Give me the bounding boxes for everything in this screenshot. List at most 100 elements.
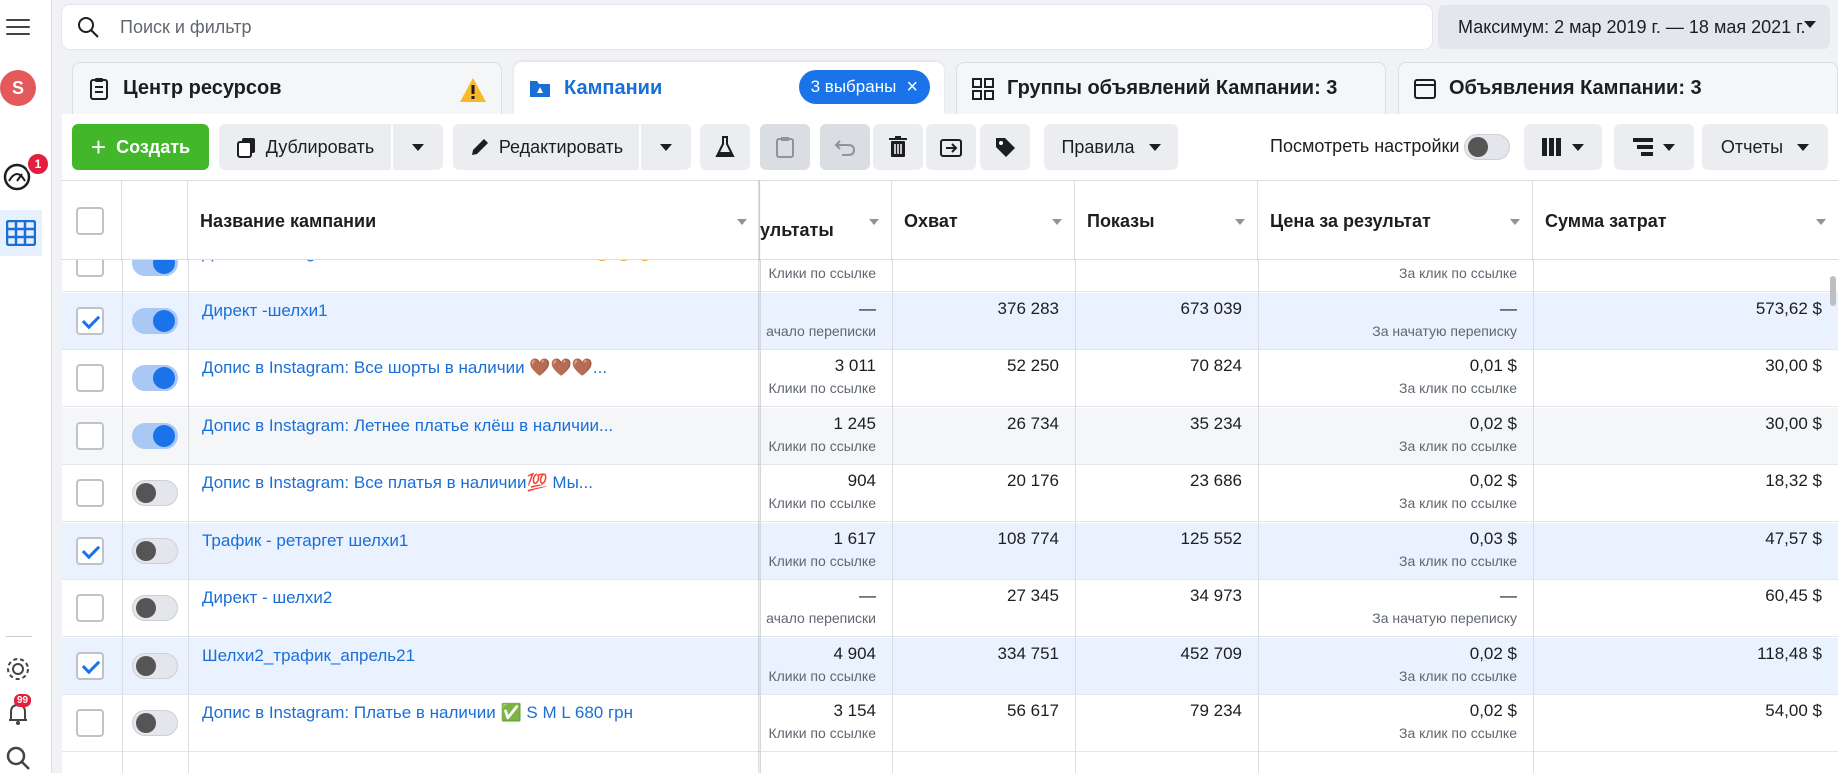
table-row[interactable]: Допис в Instagram: Платье в наличии ✅ S … <box>62 695 1838 752</box>
ads-manager-nav[interactable] <box>0 210 42 256</box>
sort-icon[interactable] <box>1052 219 1062 225</box>
campaign-status-toggle[interactable] <box>132 537 178 564</box>
table-scrollbar[interactable] <box>1830 276 1836 306</box>
duplicate-dropdown[interactable] <box>393 124 443 170</box>
sort-icon[interactable] <box>1235 219 1245 225</box>
table-row[interactable]: Допис в Instagram: Все шорты в наличии 🤎… <box>62 350 1838 407</box>
edit-dropdown[interactable] <box>641 124 691 170</box>
campaign-status-toggle[interactable] <box>132 652 178 679</box>
results-cell: — ачало переписки <box>760 580 892 637</box>
column-header-reach[interactable]: Охват <box>892 181 1075 261</box>
create-button[interactable]: + Создать <box>72 124 209 170</box>
tag-button[interactable] <box>980 124 1030 170</box>
tab-adsets[interactable]: Группы объявлений Кампании: 3 <box>956 62 1386 114</box>
frozen-column-shadow <box>758 180 761 773</box>
cpr-type: За клик по ссылке <box>1399 380 1517 396</box>
table-row[interactable]: Допис в Instagram: Летнее платье клёш в … <box>62 407 1838 465</box>
sort-icon[interactable] <box>869 219 879 225</box>
column-header-name[interactable]: Название кампании <box>188 181 760 261</box>
chevron-down-icon <box>1797 143 1810 151</box>
column-reach-label: Охват <box>904 210 958 231</box>
paste-button[interactable] <box>760 124 810 170</box>
campaign-status-toggle[interactable] <box>132 365 178 391</box>
date-range-picker[interactable]: Максимум: 2 мар 2019 г. — 18 мая 2021 г. <box>1438 5 1830 49</box>
table-row[interactable]: Директ - шелхи2 — ачало переписки 27 345 34 … <box>62 580 1838 637</box>
columns-button[interactable] <box>1524 124 1602 170</box>
delete-button[interactable] <box>873 124 923 170</box>
export-button[interactable] <box>926 124 976 170</box>
table-row[interactable]: Директ -шелхи1 — ачало переписки 376 283 673… <box>62 292 1838 350</box>
row-checkbox[interactable] <box>76 364 104 392</box>
campaign-name-link[interactable]: Трафик - ретаргет шелхи1 <box>188 523 758 580</box>
results-value: 1 617 <box>833 528 876 548</box>
selected-count-pill[interactable]: 3 выбраны × <box>798 70 930 104</box>
duplicate-button[interactable]: Дублировать <box>219 124 391 170</box>
row-checkbox[interactable] <box>76 479 104 507</box>
campaign-name-link[interactable]: Допис в Instagram: Все шорты в наличии 🤎… <box>188 350 758 407</box>
rules-button[interactable]: Правила <box>1044 124 1178 170</box>
campaign-name-link[interactable]: Директ -шелхи1 <box>188 293 758 350</box>
campaign-name-link[interactable]: Допис в Instagram: Платье в наличии ✅ S … <box>188 695 758 752</box>
edit-button[interactable]: Редактировать <box>453 124 639 170</box>
campaign-name-link[interactable]: Директ - шелхи2 <box>188 580 758 637</box>
results-value: — <box>859 298 876 318</box>
search-icon[interactable] <box>4 744 32 772</box>
column-divider <box>1258 180 1259 773</box>
spend-cell: 573,62 $ <box>1755 298 1822 318</box>
campaign-status-toggle[interactable] <box>132 422 178 449</box>
row-checkbox[interactable] <box>76 421 104 450</box>
close-icon[interactable]: × <box>906 77 918 97</box>
tab-ads[interactable]: Объявления Кампании: 3 <box>1398 62 1838 114</box>
breakdown-button[interactable] <box>1614 124 1694 170</box>
row-checkbox-cell <box>62 580 122 637</box>
toggle-knob <box>136 540 156 561</box>
column-header-cpr[interactable]: Цена за результат <box>1258 181 1533 261</box>
sort-icon[interactable] <box>1510 219 1520 225</box>
campaign-status-toggle[interactable] <box>132 480 178 506</box>
view-settings-toggle[interactable] <box>1464 134 1510 160</box>
row-checkbox[interactable] <box>76 651 104 680</box>
gear-icon[interactable] <box>4 655 32 683</box>
row-checkbox-cell <box>62 293 122 350</box>
avatar[interactable]: S <box>0 70 36 106</box>
select-all-checkbox[interactable] <box>76 207 104 235</box>
sort-icon[interactable] <box>1816 219 1826 225</box>
sort-icon[interactable] <box>737 219 747 225</box>
campaign-name-link[interactable]: Шелхи2_трафик_апрель21 <box>188 638 758 695</box>
campaign-status-toggle[interactable] <box>132 595 178 621</box>
table-row[interactable]: Трафик - ретаргет шелхи1 1 617 Клики по сс… <box>62 522 1838 580</box>
breakdown-icon <box>1633 138 1653 156</box>
results-type: Клики по ссылке <box>768 667 876 684</box>
reports-button[interactable]: Отчеты <box>1702 124 1828 170</box>
row-checkbox[interactable] <box>76 536 104 565</box>
undo-button[interactable] <box>820 124 870 170</box>
campaign-name-link[interactable]: Допис в Instagram: Все платья в наличии💯… <box>188 465 758 522</box>
search-input[interactable] <box>120 16 1320 38</box>
row-checkbox[interactable] <box>76 306 104 335</box>
tab-resources[interactable]: Центр ресурсов <box>72 62 502 114</box>
row-checkbox[interactable] <box>76 594 104 622</box>
search-icon <box>78 17 99 38</box>
cpr-cell: 0,02 $ За клик по ссылке <box>1258 638 1533 695</box>
column-header-results[interactable]: ультаты <box>760 181 892 261</box>
cpr-type: За клик по ссылке <box>1399 265 1517 281</box>
campaign-status-toggle[interactable] <box>132 710 178 736</box>
warning-icon <box>460 78 486 102</box>
campaign-status-toggle[interactable] <box>132 307 178 334</box>
table-row[interactable]: Допис в Instagram: Все платья в наличии💯… <box>62 465 1838 522</box>
table-row[interactable]: Шелхи2_трафик_апрель21 4 904 Клики по ссыл… <box>62 637 1838 695</box>
menu-icon[interactable] <box>6 14 30 36</box>
column-divider <box>122 180 123 773</box>
row-checkbox[interactable] <box>76 709 104 737</box>
column-header-impressions[interactable]: Показы <box>1075 181 1258 261</box>
cpr-value: 0,02 $ <box>1469 471 1517 490</box>
results-value: 3 011 <box>834 356 876 375</box>
ab-test-button[interactable] <box>700 124 750 170</box>
campaign-name-link[interactable]: Допис в Instagram: Летнее платье клёш в … <box>188 408 758 465</box>
results-value: 904 <box>847 471 876 490</box>
tab-campaigns[interactable]: Кампании 3 выбраны × <box>514 62 944 114</box>
clipboard-icon <box>90 77 108 100</box>
clipboard-icon <box>776 137 794 158</box>
cpr-type: За клик по ссылке <box>1399 552 1517 569</box>
column-header-spend[interactable]: Сумма затрат <box>1533 181 1838 261</box>
